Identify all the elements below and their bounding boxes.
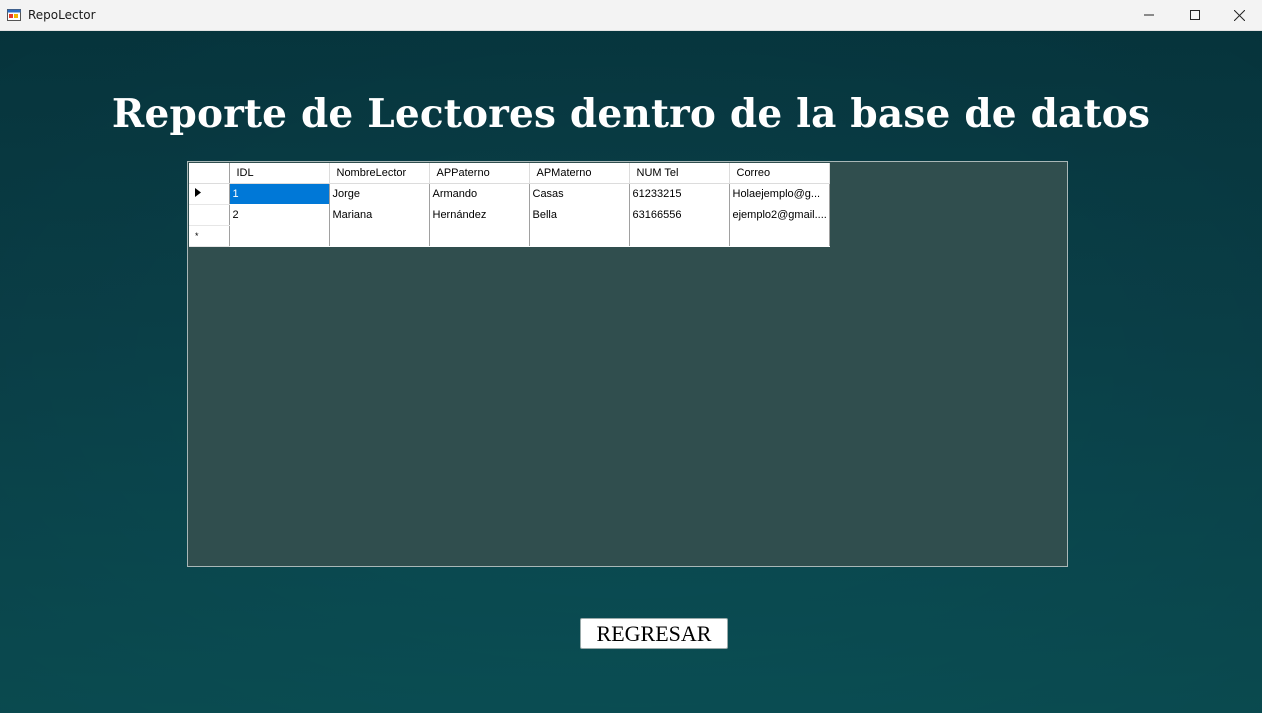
cell-idl[interactable]: 2 (229, 204, 330, 225)
title-bar[interactable]: RepoLector (0, 0, 1262, 31)
lectores-data-grid[interactable]: IDL NombreLector APPaterno APMaterno NUM… (187, 161, 1068, 567)
cell-num-tel[interactable]: 63166556 (629, 204, 730, 225)
new-cell-ap-materno[interactable] (529, 225, 630, 246)
row-header-current[interactable] (189, 183, 230, 205)
minimize-button[interactable] (1126, 0, 1172, 30)
maximize-icon (1190, 10, 1200, 20)
cell-ap-materno[interactable]: Casas (529, 183, 630, 204)
new-cell-num-tel[interactable] (629, 225, 730, 246)
maximize-button[interactable] (1172, 0, 1218, 30)
cell-idl[interactable]: 1 (229, 183, 330, 204)
data-grid-table: IDL NombreLector APPaterno APMaterno NUM… (189, 163, 830, 247)
new-row[interactable]: * (189, 225, 830, 247)
regresar-button[interactable]: REGRESAR (580, 618, 728, 649)
column-header-row: IDL NombreLector APPaterno APMaterno NUM… (189, 163, 830, 184)
table-row[interactable]: 1 Jorge Armando Casas 61233215 Holaejemp… (189, 183, 830, 205)
new-cell-correo[interactable] (729, 225, 830, 246)
cell-ap-paterno[interactable]: Armando (429, 183, 530, 204)
form-client-area: Reporte de Lectores dentro de la base de… (0, 31, 1262, 713)
cell-nombre-lector[interactable]: Mariana (329, 204, 430, 225)
cell-nombre-lector[interactable]: Jorge (329, 183, 430, 204)
new-cell-idl[interactable] (229, 225, 330, 246)
new-cell-ap-paterno[interactable] (429, 225, 530, 246)
minimize-icon (1144, 14, 1154, 16)
window-title: RepoLector (28, 8, 96, 22)
column-header-nombre-lector[interactable]: NombreLector (329, 163, 430, 184)
column-header-ap-materno[interactable]: APMaterno (529, 163, 630, 184)
cell-ap-paterno[interactable]: Hernández (429, 204, 530, 225)
app-form-icon (7, 9, 21, 21)
column-header-ap-paterno[interactable]: APPaterno (429, 163, 530, 184)
new-row-marker[interactable]: * (189, 225, 230, 247)
new-cell-nombre-lector[interactable] (329, 225, 430, 246)
cell-correo[interactable]: ejemplo2@gmail.... (729, 204, 830, 225)
cell-num-tel[interactable]: 61233215 (629, 183, 730, 204)
row-header[interactable] (189, 204, 230, 226)
close-button[interactable] (1216, 0, 1262, 30)
cell-ap-materno[interactable]: Bella (529, 204, 630, 225)
table-row[interactable]: 2 Mariana Hernández Bella 63166556 ejemp… (189, 204, 830, 226)
column-header-correo[interactable]: Correo (729, 163, 830, 184)
current-row-arrow-icon (195, 188, 201, 197)
report-title: Reporte de Lectores dentro de la base de… (111, 91, 1151, 137)
grid-corner-cell[interactable] (189, 163, 230, 184)
close-icon (1233, 9, 1245, 21)
repolector-window: RepoLector Reporte de Lectores dentro de… (0, 0, 1262, 713)
column-header-num-tel[interactable]: NUM Tel (629, 163, 730, 184)
cell-correo[interactable]: Holaejemplo@g... (729, 183, 830, 204)
column-header-idl[interactable]: IDL (229, 163, 330, 184)
